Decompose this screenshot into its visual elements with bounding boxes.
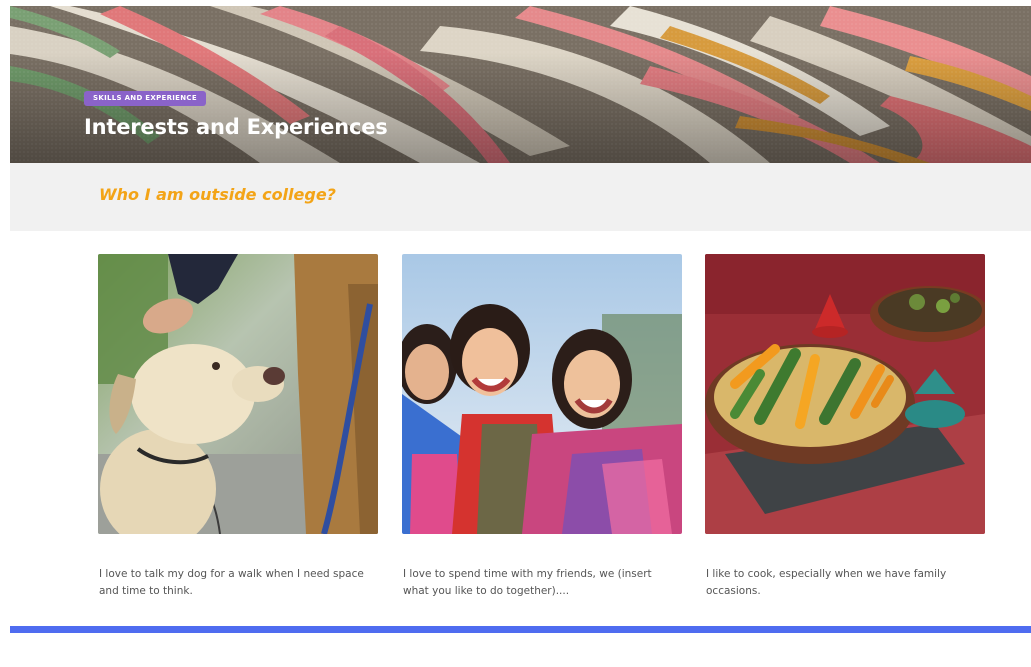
interest-description: I love to talk my dog for a walk when I … (99, 568, 364, 597)
interest-card: I like to cook, especially when we have … (705, 254, 985, 600)
footer-accent-bar (10, 626, 1031, 633)
section-header-band: Who I am outside college? (10, 163, 1031, 231)
dog-walk-photo[interactable] (98, 254, 378, 534)
category-badge: SKILLS AND EXPERIENCE (84, 91, 206, 106)
hero-banner: SKILLS AND EXPERIENCE Interests and Expe… (10, 6, 1031, 163)
interest-description: I love to spend time with my friends, we… (403, 568, 652, 597)
friends-photo[interactable] (402, 254, 682, 534)
interest-card: I love to spend time with my friends, we… (402, 254, 682, 600)
cooking-photo[interactable] (705, 254, 985, 534)
section-heading: Who I am outside college? (99, 185, 336, 204)
interest-description: I like to cook, especially when we have … (706, 568, 947, 597)
hero-shade (10, 6, 1031, 163)
page-title: Interests and Experiences (84, 115, 388, 139)
page: SKILLS AND EXPERIENCE Interests and Expe… (0, 0, 1031, 667)
interest-card: I love to talk my dog for a walk when I … (98, 254, 378, 600)
